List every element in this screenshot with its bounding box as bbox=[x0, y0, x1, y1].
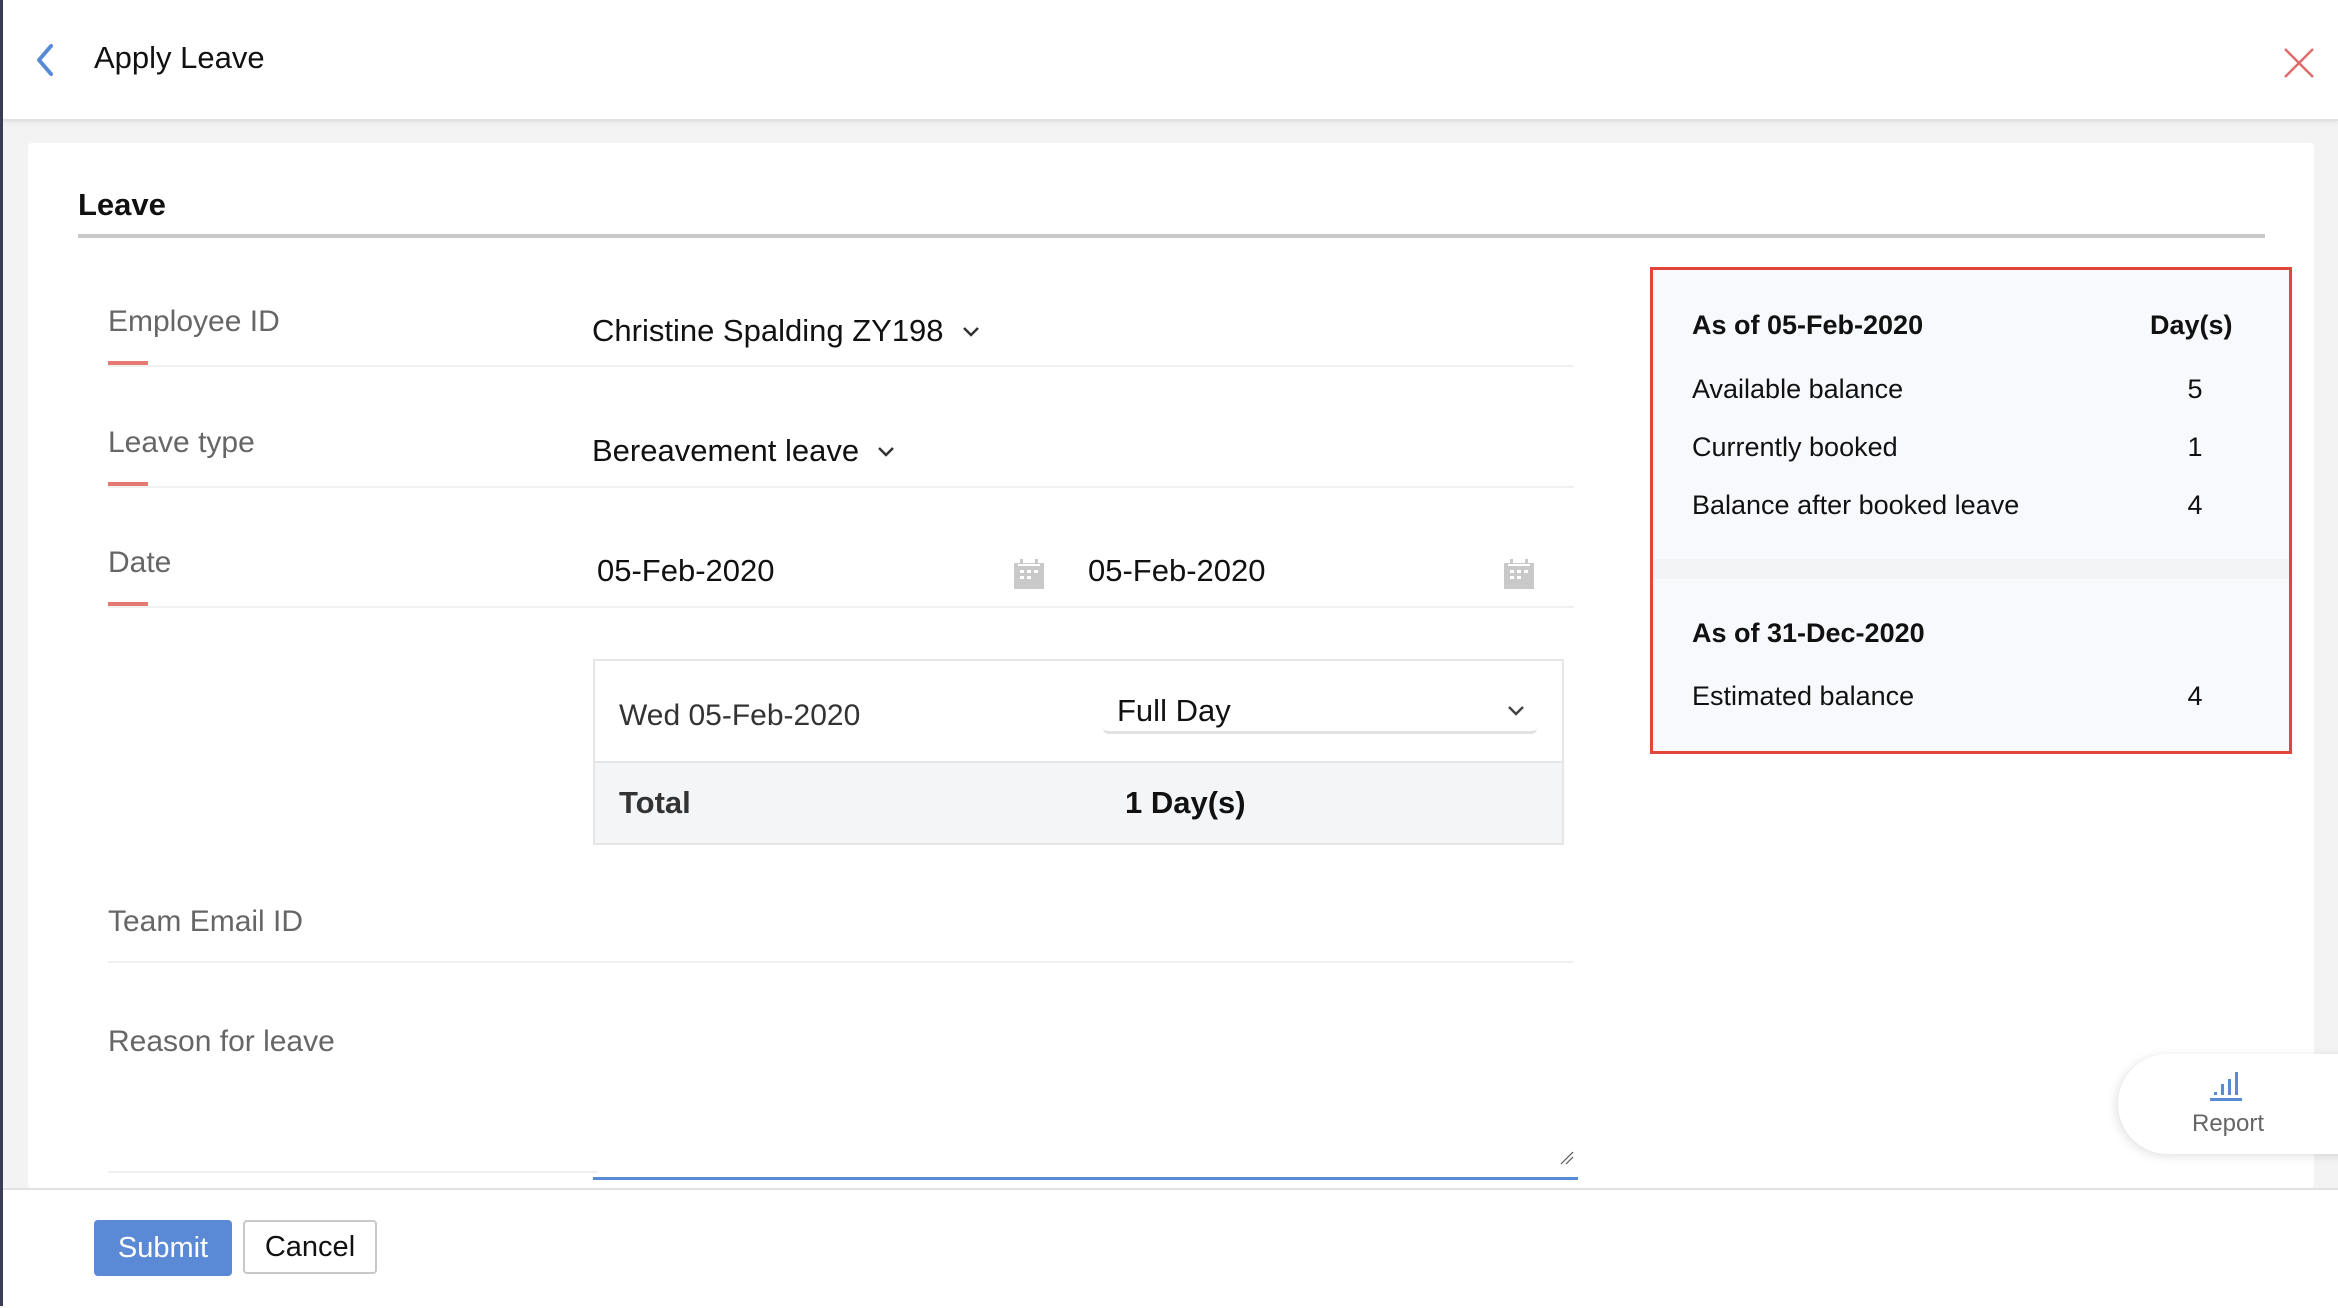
total-label: Total bbox=[619, 785, 691, 820]
day-session-select[interactable]: Full Day bbox=[1103, 679, 1537, 734]
date-from-value: 05-Feb-2020 bbox=[597, 553, 775, 588]
leave-form-card: Leave Employee ID Christine Spalding ZY1… bbox=[28, 143, 2314, 1188]
section-title: Leave bbox=[78, 187, 166, 222]
calendar-icon bbox=[1014, 559, 1044, 589]
balance-row-label: Available balance bbox=[1692, 374, 1904, 404]
resize-handle-icon[interactable] bbox=[1558, 1149, 1574, 1165]
leave-type-label: Leave type bbox=[108, 426, 255, 459]
form-footer: Submit Cancel bbox=[3, 1188, 2338, 1308]
chevron-down-icon bbox=[962, 327, 979, 337]
total-row: Total 1 Day(s) bbox=[595, 763, 1562, 843]
team-email-input[interactable] bbox=[593, 895, 1578, 957]
date-from-input[interactable]: 05-Feb-2020 bbox=[597, 553, 775, 589]
employee-id-select[interactable]: Christine Spalding ZY198 bbox=[592, 313, 982, 349]
close-icon bbox=[2284, 48, 2314, 78]
row-divider bbox=[108, 365, 1574, 367]
balance-row-label: Currently booked bbox=[1692, 432, 1898, 462]
leave-balance-panel: As of 05-Feb-2020 Day(s) Available balan… bbox=[1650, 267, 2292, 754]
row-divider bbox=[108, 486, 1574, 488]
cancel-button[interactable]: Cancel bbox=[243, 1220, 377, 1274]
balance-row-value: 4 bbox=[2187, 681, 2203, 711]
balance-row-value: 4 bbox=[2187, 490, 2203, 520]
chevron-down-icon bbox=[878, 447, 894, 457]
close-button[interactable] bbox=[2282, 46, 2316, 80]
balance-row-value: 5 bbox=[2187, 374, 2203, 404]
submit-button[interactable]: Submit bbox=[94, 1220, 232, 1276]
report-button[interactable]: Report bbox=[2118, 1054, 2338, 1154]
day-breakdown-table: Wed 05-Feb-2020 Full Day Total 1 Day(s) bbox=[593, 659, 1564, 845]
report-label: Report bbox=[2192, 1110, 2265, 1137]
date-from-calendar-button[interactable] bbox=[1012, 558, 1046, 590]
section-divider bbox=[78, 234, 2265, 238]
row-divider bbox=[108, 961, 1574, 963]
back-button[interactable] bbox=[31, 40, 63, 80]
table-row: Wed 05-Feb-2020 Full Day bbox=[595, 661, 1562, 763]
date-to-calendar-button[interactable] bbox=[1502, 558, 1536, 590]
balance-divider bbox=[1653, 559, 2289, 579]
leave-type-value: Bereavement leave bbox=[592, 433, 860, 468]
row-divider bbox=[108, 1171, 598, 1173]
date-to-value: 05-Feb-2020 bbox=[1088, 553, 1266, 588]
page-header: Apply Leave bbox=[3, 0, 2338, 121]
balance-row-label: Estimated balance bbox=[1692, 681, 1915, 711]
reason-textarea[interactable] bbox=[593, 1043, 1578, 1180]
leave-type-select[interactable]: Bereavement leave bbox=[592, 433, 897, 469]
team-email-label: Team Email ID bbox=[108, 905, 304, 938]
day-date: Wed 05-Feb-2020 bbox=[619, 699, 861, 732]
day-session-value: Full Day bbox=[1117, 693, 1231, 728]
balance-unit-heading: Day(s) bbox=[2150, 310, 2233, 340]
balance-row-value: 1 bbox=[2187, 432, 2203, 462]
balance-row-label: Balance after booked leave bbox=[1692, 490, 2020, 520]
balance-yearend-heading: As of 31-Dec-2020 bbox=[1692, 618, 1925, 648]
chevron-left-icon bbox=[37, 44, 53, 76]
employee-id-label: Employee ID bbox=[108, 305, 280, 338]
balance-current-heading: As of 05-Feb-2020 bbox=[1692, 310, 1924, 340]
calendar-icon bbox=[1504, 559, 1534, 589]
reason-label: Reason for leave bbox=[108, 1025, 335, 1058]
chevron-down-icon bbox=[1508, 706, 1524, 716]
date-label: Date bbox=[108, 546, 172, 579]
date-to-input[interactable]: 05-Feb-2020 bbox=[1088, 553, 1266, 589]
employee-id-value: Christine Spalding ZY198 bbox=[592, 313, 944, 348]
bar-chart-icon bbox=[2210, 1072, 2242, 1101]
page-title: Apply Leave bbox=[94, 40, 265, 75]
total-value: 1 Day(s) bbox=[1125, 785, 1246, 820]
row-divider bbox=[108, 606, 1574, 608]
window-edge bbox=[0, 0, 3, 1306]
